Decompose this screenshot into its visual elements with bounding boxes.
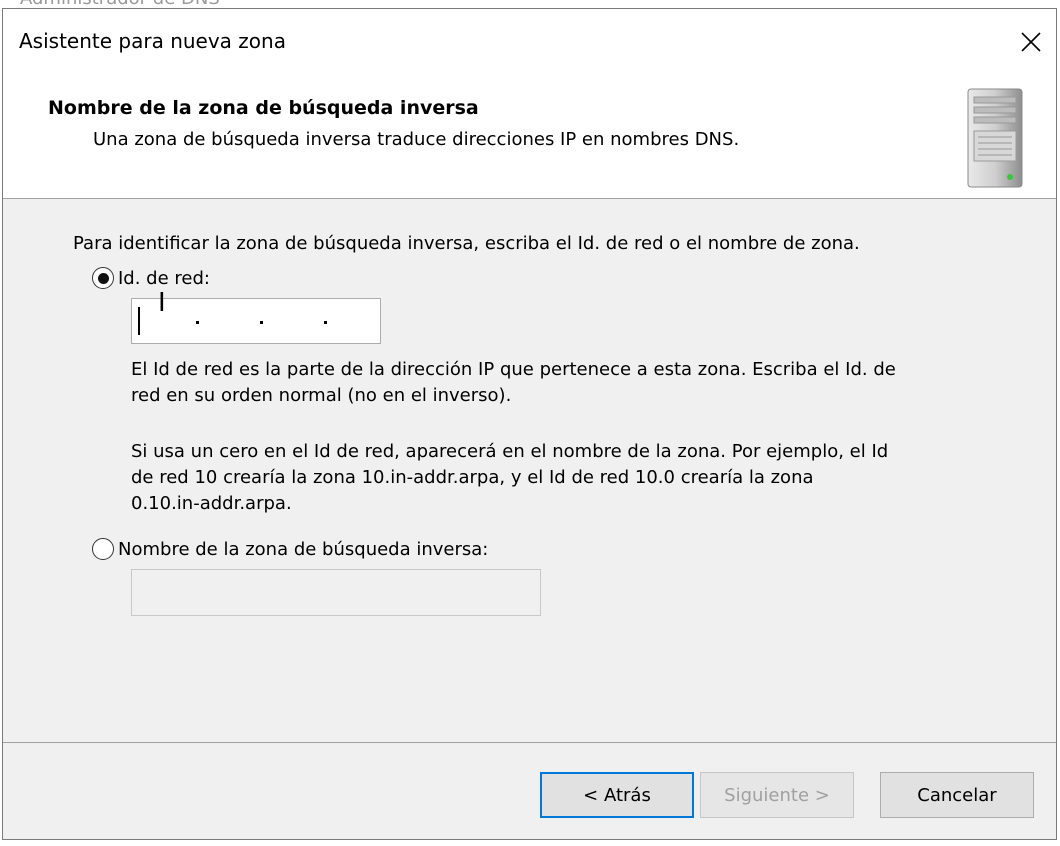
server-tower-icon [967,88,1023,188]
help-text-1-line1: El Id de red es la parte de la dirección… [131,359,896,380]
ip-separator-dot [260,321,263,324]
radio-zone-name[interactable]: Nombre de la zona de búsqueda inversa: [92,538,488,560]
help-text-2-line2: de red 10 crearía la zona 10.in-addr.arp… [131,467,814,488]
network-id-field[interactable] [131,298,381,344]
zone-name-field[interactable] [131,569,541,616]
ip-separator-dot [324,321,327,324]
radio-zone-name-label: Nombre de la zona de búsqueda inversa: [118,538,489,560]
next-button[interactable]: Siguiente > [700,772,854,818]
wizard-header: Nombre de la zona de búsqueda inversa Un… [3,71,1056,199]
text-caret [138,307,140,335]
new-zone-wizard-dialog: Asistente para nueva zona Nombre de la z… [2,8,1057,840]
radio-network-id-circle[interactable] [92,267,114,289]
close-button[interactable] [1014,25,1048,59]
close-icon [1021,32,1041,52]
mouse-ibeam-cursor-icon: I [158,288,166,318]
back-button[interactable]: < Atrás [540,772,694,818]
help-text-2-line1: Si usa un cero en el Id de red, aparecer… [131,441,889,462]
footer-divider [3,742,1056,743]
cancel-button[interactable]: Cancelar [880,772,1034,818]
intro-text: Para identificar la zona de búsqueda inv… [73,233,860,254]
dialog-title: Asistente para nueva zona [19,29,286,53]
radio-selected-dot [97,272,109,284]
page-subtitle: Una zona de búsqueda inversa traduce dir… [93,129,740,150]
radio-zone-name-circle[interactable] [92,538,114,560]
page-title: Nombre de la zona de búsqueda inversa [48,97,479,119]
help-text-1-line2: red en su orden normal (no en el inverso… [131,385,512,406]
radio-network-id[interactable]: Id. de red: [92,267,210,289]
help-text-2-line3: 0.10.in-addr.arpa. [131,493,292,514]
radio-network-id-label: Id. de red: [118,267,210,289]
ip-separator-dot [196,321,199,324]
title-bar[interactable]: Asistente para nueva zona [3,9,1056,71]
